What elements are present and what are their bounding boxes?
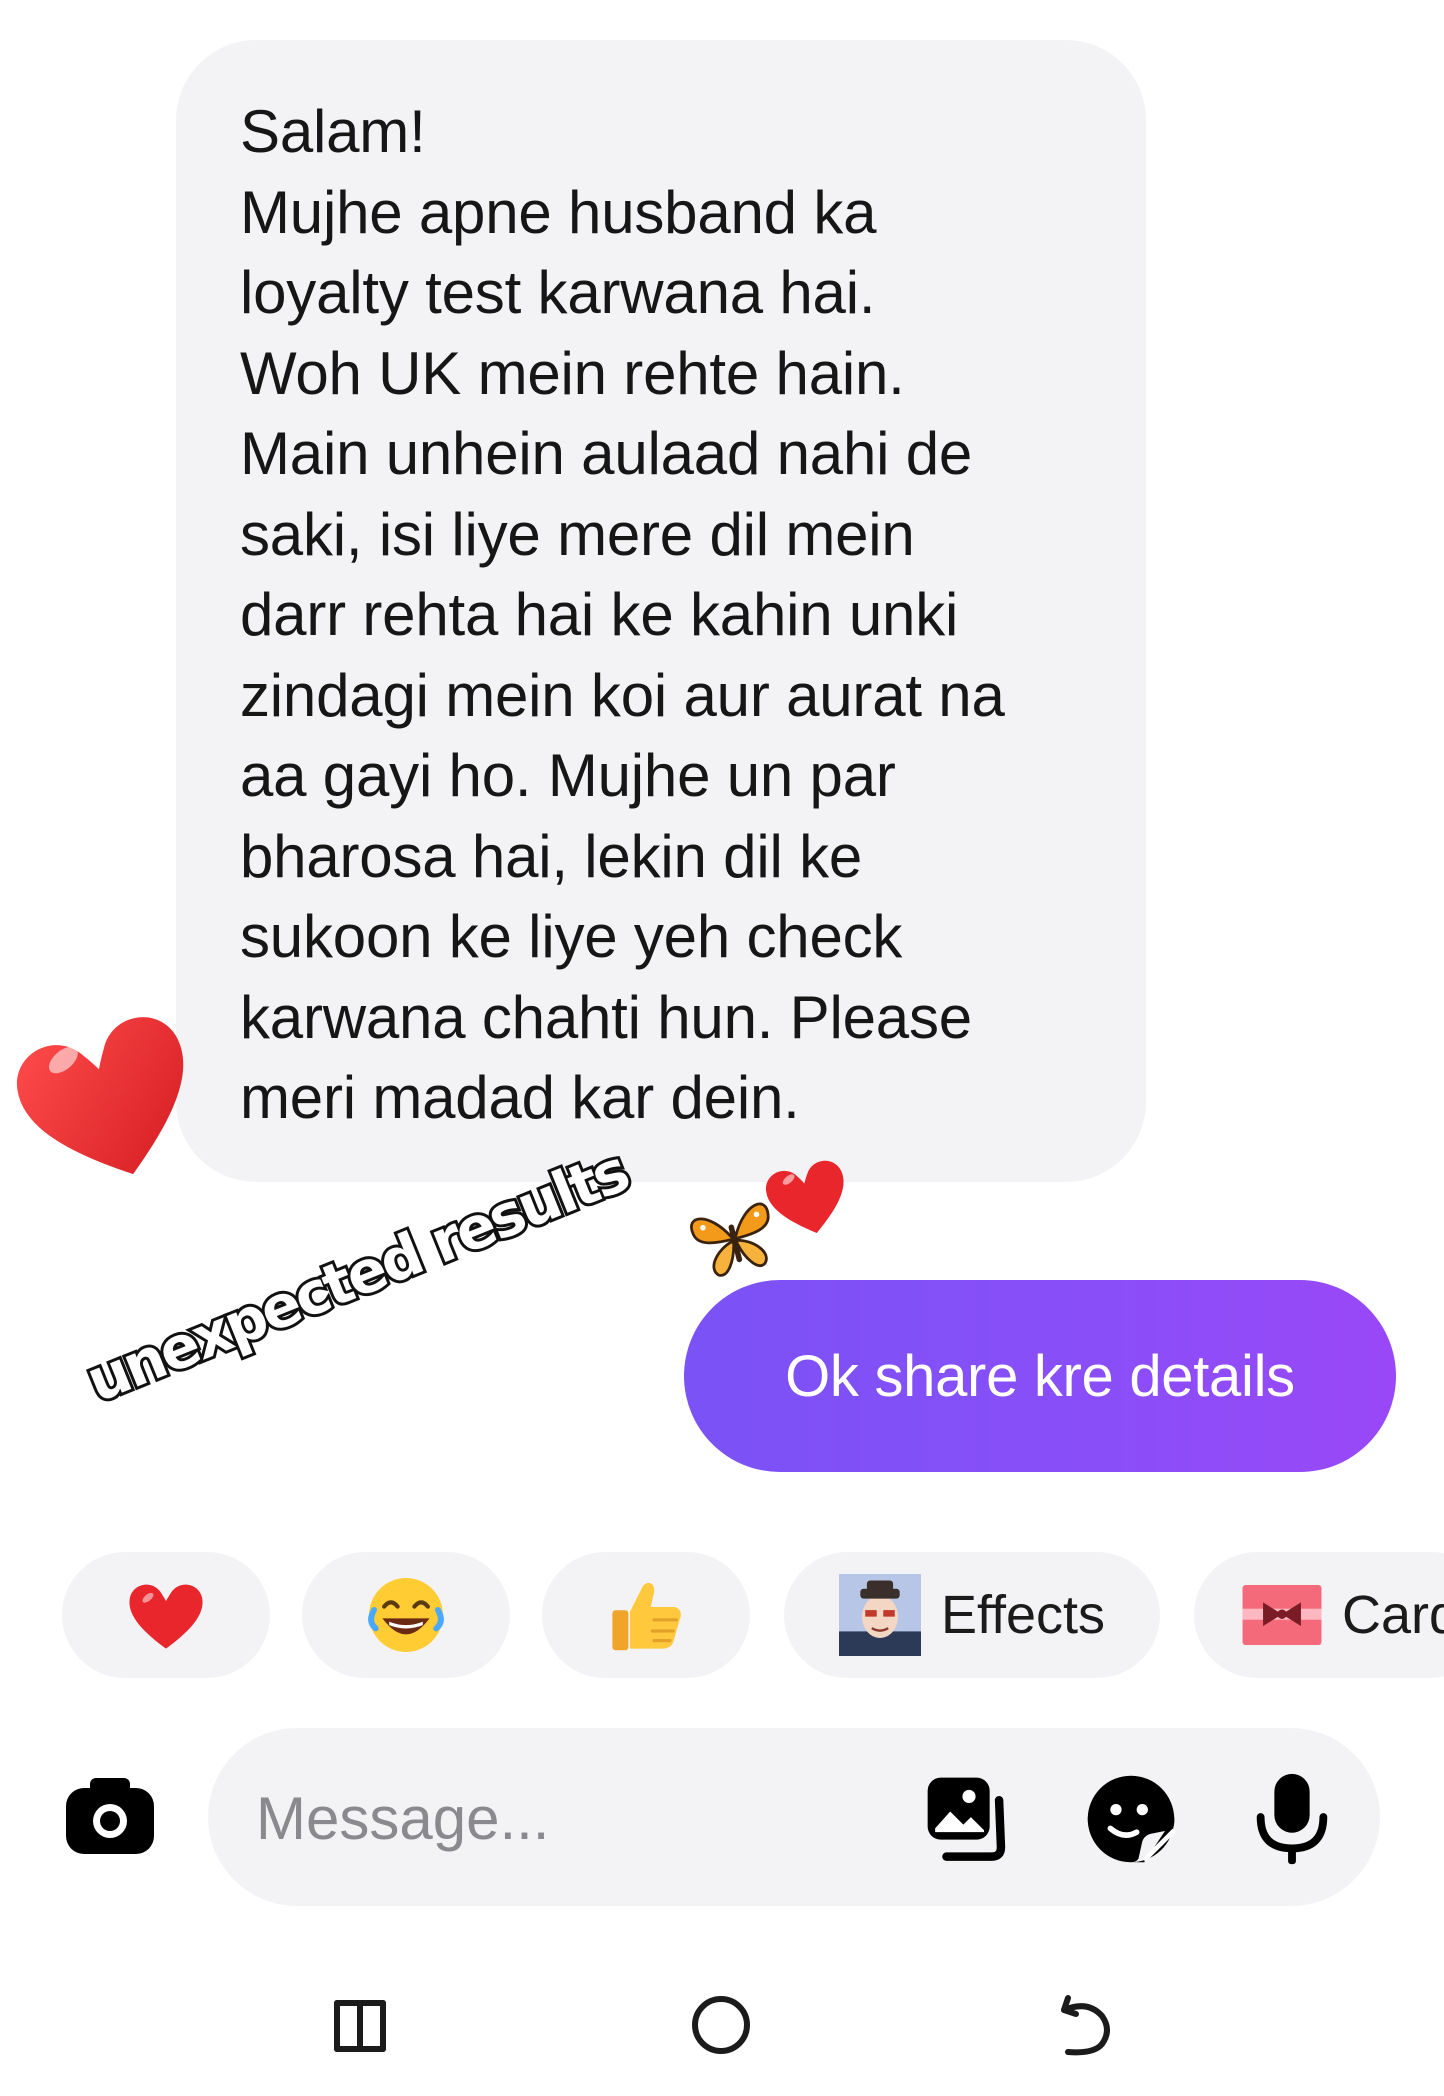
quick-reaction-bar: Effects Card: [0, 1552, 1444, 1678]
recent-apps-icon[interactable]: [332, 1996, 388, 2056]
incoming-message-text: Salam! Mujhe apne husband ka loyalty tes…: [240, 98, 1005, 1131]
gallery-icon[interactable]: [922, 1772, 1016, 1866]
heart-icon: [129, 1584, 203, 1649]
heart-sticker: [765, 1160, 844, 1234]
outgoing-message-bubble[interactable]: Ok share kre details: [684, 1280, 1396, 1472]
gift-card-icon: [1242, 1585, 1322, 1645]
quick-reaction-thumbs-up[interactable]: [542, 1552, 750, 1678]
quick-reaction-laugh[interactable]: [302, 1552, 510, 1678]
outgoing-message-text: Ok share kre details: [785, 1343, 1295, 1409]
sticker-icon[interactable]: [1084, 1772, 1178, 1866]
quick-reaction-heart[interactable]: [62, 1552, 270, 1678]
laughing-face-icon: [368, 1578, 444, 1652]
incoming-message-bubble[interactable]: Salam! Mujhe apne husband ka loyalty tes…: [176, 40, 1146, 1182]
message-input[interactable]: [256, 1778, 816, 1858]
effects-label: Effects: [940, 1585, 1106, 1645]
message-reaction-heart-icon[interactable]: [14, 1010, 204, 1190]
card-label: Card: [1342, 1585, 1444, 1645]
effects-thumbnail-icon: [838, 1574, 921, 1656]
home-icon[interactable]: [690, 1994, 752, 2056]
system-navigation-bar: [0, 1960, 1444, 2096]
thumbs-up-icon: [612, 1582, 681, 1651]
quick-reaction-effects[interactable]: Effects: [784, 1552, 1160, 1678]
microphone-icon[interactable]: [1252, 1770, 1332, 1868]
back-icon[interactable]: [1054, 1994, 1116, 2058]
camera-icon[interactable]: [64, 1774, 156, 1856]
message-composer: [208, 1728, 1380, 1906]
quick-reaction-card[interactable]: Card: [1194, 1552, 1444, 1678]
